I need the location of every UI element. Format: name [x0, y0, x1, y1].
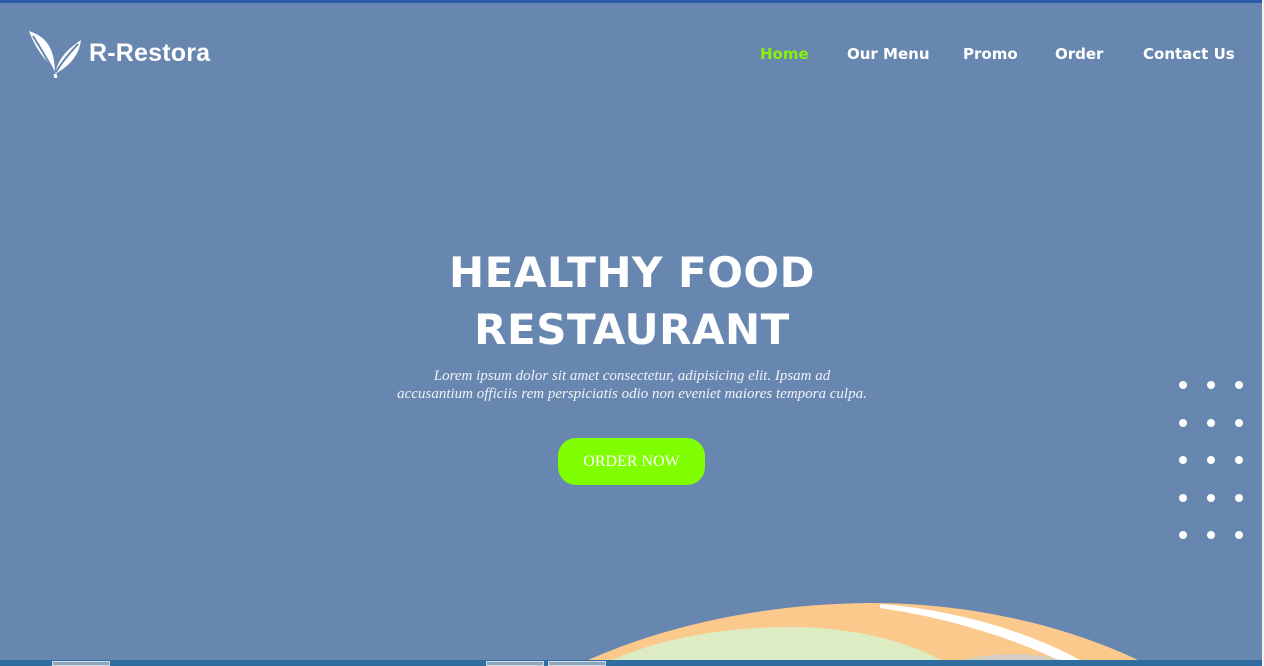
taskbar	[0, 660, 1264, 666]
taskbar-item[interactable]	[548, 661, 606, 666]
food-plate-image	[575, 603, 1150, 666]
taskbar-item[interactable]	[52, 661, 110, 666]
taskbar-item[interactable]	[486, 661, 544, 666]
